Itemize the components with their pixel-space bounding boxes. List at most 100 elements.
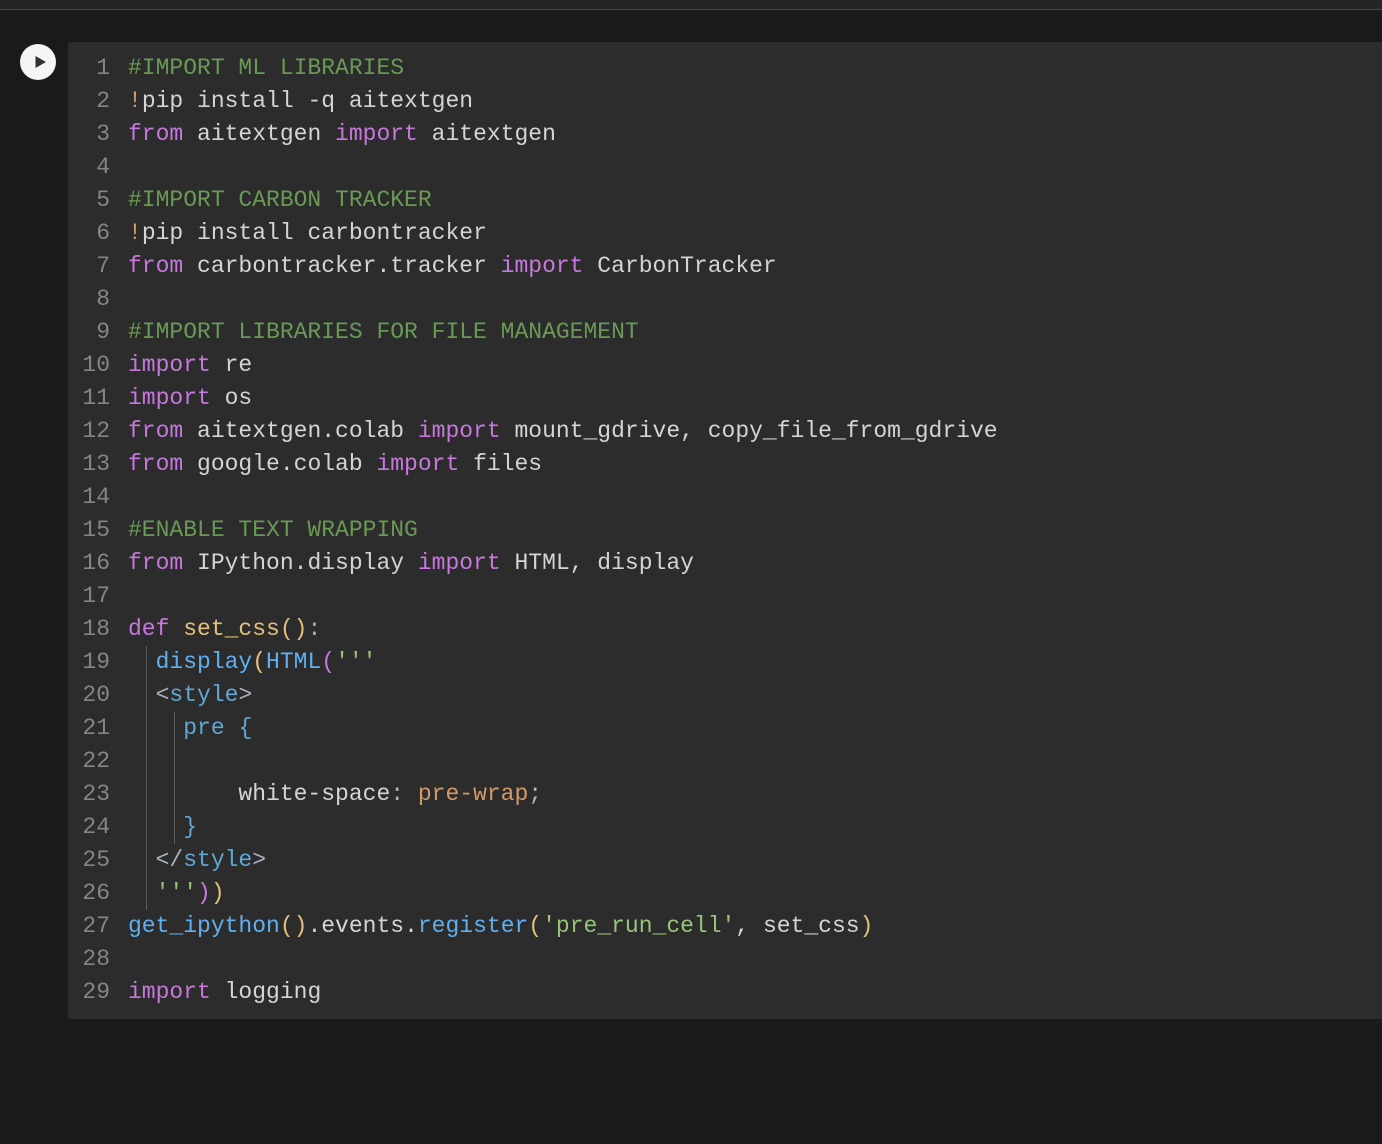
- code-line[interactable]: [128, 943, 1382, 976]
- code-token: , set_css: [735, 913, 859, 939]
- code-token: pip install carbontracker: [142, 220, 487, 246]
- code-token: aitextgen: [418, 121, 556, 147]
- code-line[interactable]: [128, 481, 1382, 514]
- code-token: #ENABLE TEXT WRAPPING: [128, 517, 418, 543]
- code-token: import: [376, 451, 459, 477]
- code-token: from: [128, 253, 183, 279]
- line-number: 14: [80, 481, 110, 514]
- code-line[interactable]: from aitextgen import aitextgen: [128, 118, 1382, 151]
- line-number: 3: [80, 118, 110, 151]
- code-line[interactable]: import logging: [128, 976, 1382, 1009]
- code-token: from: [128, 451, 183, 477]
- code-token: [128, 682, 156, 708]
- indent-guide: [146, 712, 147, 745]
- indent-guide: [146, 778, 147, 811]
- play-icon: [31, 53, 49, 71]
- indent-guide: [174, 811, 175, 844]
- code-line[interactable]: #IMPORT LIBRARIES FOR FILE MANAGEMENT: [128, 316, 1382, 349]
- code-token: from: [128, 418, 183, 444]
- line-number: 18: [80, 613, 110, 646]
- code-token: import: [418, 418, 501, 444]
- code-content[interactable]: #IMPORT ML LIBRARIES!pip install -q aite…: [128, 52, 1382, 1009]
- code-line[interactable]: [128, 580, 1382, 613]
- line-number-gutter: 1234567891011121314151617181920212223242…: [68, 52, 128, 1009]
- code-token: from: [128, 550, 183, 576]
- code-token: re: [211, 352, 252, 378]
- code-token: <: [156, 682, 170, 708]
- code-line[interactable]: !pip install carbontracker: [128, 217, 1382, 250]
- code-token: :: [307, 616, 321, 642]
- code-token: >: [252, 847, 266, 873]
- line-number: 28: [80, 943, 110, 976]
- code-token: [128, 880, 156, 906]
- line-number: 10: [80, 349, 110, 382]
- code-line[interactable]: </style>: [128, 844, 1382, 877]
- code-line[interactable]: [128, 283, 1382, 316]
- indent-guide: [146, 811, 147, 844]
- indent-guide: [174, 778, 175, 811]
- code-token: HTML, display: [501, 550, 694, 576]
- code-editor[interactable]: 1234567891011121314151617181920212223242…: [68, 42, 1382, 1019]
- code-token: (: [252, 649, 266, 675]
- code-token: !: [128, 88, 142, 114]
- code-token: import: [128, 979, 211, 1005]
- code-token: [128, 781, 238, 807]
- code-token: (: [528, 913, 542, 939]
- code-line[interactable]: from carbontracker.tracker import Carbon…: [128, 250, 1382, 283]
- run-cell-button[interactable]: [20, 44, 56, 80]
- code-token: pre: [183, 715, 238, 741]
- code-line[interactable]: from google.colab import files: [128, 448, 1382, 481]
- line-number: 6: [80, 217, 110, 250]
- code-line[interactable]: pre {: [128, 712, 1382, 745]
- code-line[interactable]: display(HTML(''': [128, 646, 1382, 679]
- code-token: import: [128, 352, 211, 378]
- code-token: carbontracker.tracker: [183, 253, 500, 279]
- line-number: 4: [80, 151, 110, 184]
- code-line[interactable]: ''')): [128, 877, 1382, 910]
- code-line[interactable]: #ENABLE TEXT WRAPPING: [128, 514, 1382, 547]
- code-token: {: [238, 715, 252, 741]
- code-token: ): [294, 616, 308, 642]
- line-number: 13: [80, 448, 110, 481]
- code-token: [128, 649, 156, 675]
- code-token: aitextgen: [183, 121, 335, 147]
- line-number: 16: [80, 547, 110, 580]
- code-line[interactable]: !pip install -q aitextgen: [128, 85, 1382, 118]
- code-line[interactable]: <style>: [128, 679, 1382, 712]
- code-line[interactable]: #IMPORT CARBON TRACKER: [128, 184, 1382, 217]
- code-token: }: [183, 814, 197, 840]
- code-line[interactable]: [128, 745, 1382, 778]
- code-token: display: [156, 649, 253, 675]
- indent-guide: [146, 877, 147, 910]
- code-token: def: [128, 616, 183, 642]
- indent-guide: [146, 646, 147, 679]
- line-number: 25: [80, 844, 110, 877]
- code-line[interactable]: white-space: pre-wrap;: [128, 778, 1382, 811]
- line-number: 9: [80, 316, 110, 349]
- code-line[interactable]: import re: [128, 349, 1382, 382]
- code-token: files: [459, 451, 542, 477]
- indent-guide: [146, 844, 147, 877]
- code-line[interactable]: #IMPORT ML LIBRARIES: [128, 52, 1382, 85]
- code-cell: 1234567891011121314151617181920212223242…: [20, 42, 1382, 1019]
- code-token: pre-wrap: [418, 781, 528, 807]
- code-line[interactable]: get_ipython().events.register('pre_run_c…: [128, 910, 1382, 943]
- code-line[interactable]: from aitextgen.colab import mount_gdrive…: [128, 415, 1382, 448]
- line-number: 17: [80, 580, 110, 613]
- code-line[interactable]: def set_css():: [128, 613, 1382, 646]
- code-token: import: [335, 121, 418, 147]
- line-number: 29: [80, 976, 110, 1009]
- code-line[interactable]: [128, 151, 1382, 184]
- indent-guide: [146, 679, 147, 712]
- code-token: :: [390, 781, 418, 807]
- code-line[interactable]: }: [128, 811, 1382, 844]
- indent-guide: [174, 712, 175, 745]
- line-number: 5: [80, 184, 110, 217]
- indent-guide: [146, 745, 147, 778]
- code-token: os: [211, 385, 252, 411]
- code-token: ;: [528, 781, 542, 807]
- code-token: (: [321, 649, 335, 675]
- code-token: from: [128, 121, 183, 147]
- code-line[interactable]: from IPython.display import HTML, displa…: [128, 547, 1382, 580]
- code-line[interactable]: import os: [128, 382, 1382, 415]
